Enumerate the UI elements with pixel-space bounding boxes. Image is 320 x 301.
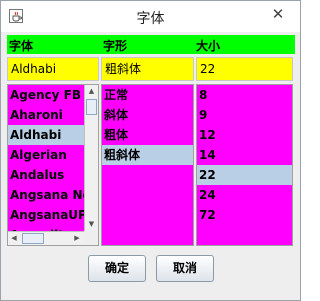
font-list-item[interactable]: Agency FB — [8, 85, 81, 105]
size-list-item[interactable]: 8 — [197, 85, 207, 105]
size-list-item[interactable]: 12 — [197, 125, 216, 145]
size-list[interactable]: 8 9 12 14 22 24 72 — [196, 84, 293, 246]
font-field[interactable]: Aldhabi — [7, 57, 99, 81]
font-list-vertical-scrollbar[interactable]: ▲ ▼ — [84, 85, 98, 231]
style-list-item-selected[interactable]: 粗斜体 — [102, 145, 193, 165]
size-header: 大小 — [196, 39, 221, 53]
style-list-item[interactable]: 斜体 — [102, 105, 128, 125]
close-button[interactable]: ✕ — [263, 3, 293, 25]
dialog-content: 字体 字形 大小 Aldhabi 粗斜体 22 Agency FB Aharon… — [7, 32, 295, 248]
scroll-down-arrow-icon[interactable]: ▼ — [85, 218, 98, 230]
font-list-item[interactable]: Algerian — [8, 145, 67, 165]
size-list-item[interactable]: 14 — [197, 145, 216, 165]
title-bar: 字体 ✕ — [1, 1, 300, 32]
scroll-right-arrow-icon[interactable]: ▶ — [71, 232, 83, 245]
font-list-horizontal-scrollbar[interactable]: ◀ ▶ — [8, 231, 84, 245]
cancel-button[interactable]: 取消 — [156, 255, 214, 282]
vertical-scroll-thumb[interactable] — [86, 99, 97, 115]
size-list-item[interactable]: 9 — [197, 105, 207, 125]
style-field[interactable]: 粗斜体 — [101, 57, 194, 81]
style-list-item[interactable]: 粗体 — [102, 125, 128, 145]
font-dialog: 字体 ✕ 字体 字形 大小 Aldhabi 粗斜体 22 Agency FB A… — [0, 0, 301, 301]
scroll-corner — [84, 231, 98, 245]
font-header: 字体 — [9, 39, 34, 53]
size-field[interactable]: 22 — [196, 57, 293, 81]
font-list-item-selected[interactable]: Aldhabi — [8, 125, 84, 145]
ok-button[interactable]: 确定 — [88, 255, 146, 282]
scroll-up-arrow-icon[interactable]: ▲ — [85, 85, 98, 97]
style-header: 字形 — [103, 39, 128, 53]
font-list[interactable]: Agency FB Aharoni Aldhabi Algerian Andal… — [7, 84, 99, 246]
size-list-item[interactable]: 72 — [197, 205, 216, 225]
size-list-item-selected[interactable]: 22 — [197, 165, 292, 185]
font-list-item[interactable]: Aharoni — [8, 105, 63, 125]
font-list-item[interactable]: AngsanaUPC — [8, 205, 96, 225]
scroll-left-arrow-icon[interactable]: ◀ — [8, 232, 20, 245]
style-list[interactable]: 正常 斜体 粗体 粗斜体 — [101, 84, 194, 246]
horizontal-scroll-thumb[interactable] — [22, 233, 44, 244]
size-list-item[interactable]: 24 — [197, 185, 216, 205]
header-row: 字体 字形 大小 — [7, 35, 295, 54]
window-title: 字体 — [136, 11, 165, 27]
style-list-item[interactable]: 正常 — [102, 85, 128, 105]
font-list-item[interactable]: Andalus — [8, 165, 64, 185]
